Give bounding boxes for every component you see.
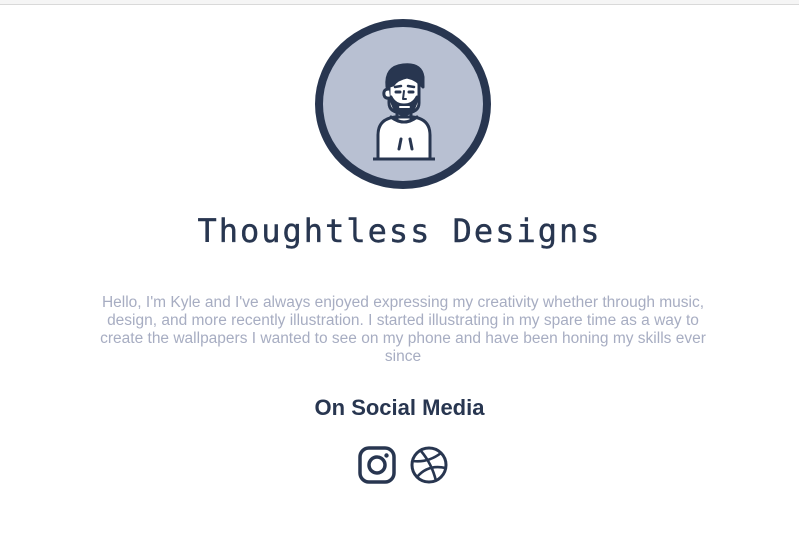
bio-text: Hello, I'm Kyle and I've always enjoyed … (100, 294, 706, 365)
avatar (315, 19, 491, 189)
page-title: Thoughtless Designs (197, 212, 602, 250)
dribbble-icon (410, 446, 448, 484)
dribbble-link[interactable] (408, 444, 450, 486)
social-icons (356, 444, 452, 488)
instagram-icon (358, 446, 396, 484)
social-heading: On Social Media (314, 395, 485, 420)
profile-page: Thoughtless Designs Hello, I'm Kyle and … (0, 0, 799, 540)
instagram-link[interactable] (356, 444, 398, 486)
avatar-illustration (373, 63, 435, 161)
